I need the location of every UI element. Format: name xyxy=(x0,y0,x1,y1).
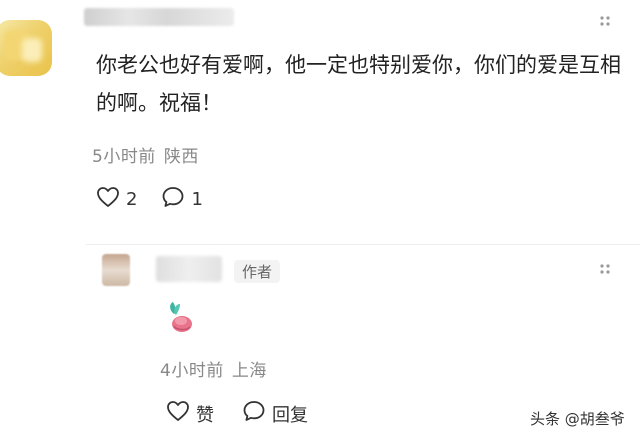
rose-sticker-icon xyxy=(164,300,196,334)
like-count: 2 xyxy=(126,189,138,210)
more-options-icon[interactable] xyxy=(596,262,620,282)
comment-actions: 2 1 xyxy=(96,186,203,213)
reply-button[interactable]: 1 xyxy=(161,186,203,213)
more-options-icon[interactable] xyxy=(596,14,620,34)
reply-like-label: 赞 xyxy=(196,404,214,426)
reply-author-name-blurred[interactable] xyxy=(156,256,222,282)
reply-time: 4小时前 xyxy=(160,361,224,381)
comment-icon xyxy=(242,400,266,427)
reply-count: 1 xyxy=(191,189,203,210)
comment-text: 你老公也好有爱啊，他一定也特别爱你，你们的爱是互相的啊。祝福！ xyxy=(96,53,621,115)
like-button[interactable]: 2 xyxy=(96,186,137,213)
heart-icon xyxy=(96,186,120,213)
divider xyxy=(86,244,640,245)
reply-author-avatar[interactable] xyxy=(102,254,130,286)
heart-icon xyxy=(166,400,190,427)
commenter-avatar[interactable] xyxy=(0,20,52,76)
watermark: 头条 @胡叁爷 xyxy=(530,410,625,428)
comment-location: 陕西 xyxy=(163,147,199,167)
reply-actions: 赞 回复 xyxy=(166,400,308,427)
comment-meta: 5小时前 陕西 xyxy=(92,142,199,167)
reply-like-button[interactable]: 赞 xyxy=(166,400,214,427)
reply-reply-button[interactable]: 回复 xyxy=(242,400,308,427)
comment-time: 5小时前 xyxy=(92,147,156,167)
comment-icon xyxy=(161,186,185,213)
author-badge: 作者 xyxy=(234,260,281,283)
reply-location: 上海 xyxy=(231,361,267,381)
reply-meta: 4小时前 上海 xyxy=(160,356,267,381)
reply-reply-label: 回复 xyxy=(272,404,308,426)
commenter-name-blurred[interactable] xyxy=(84,8,234,26)
